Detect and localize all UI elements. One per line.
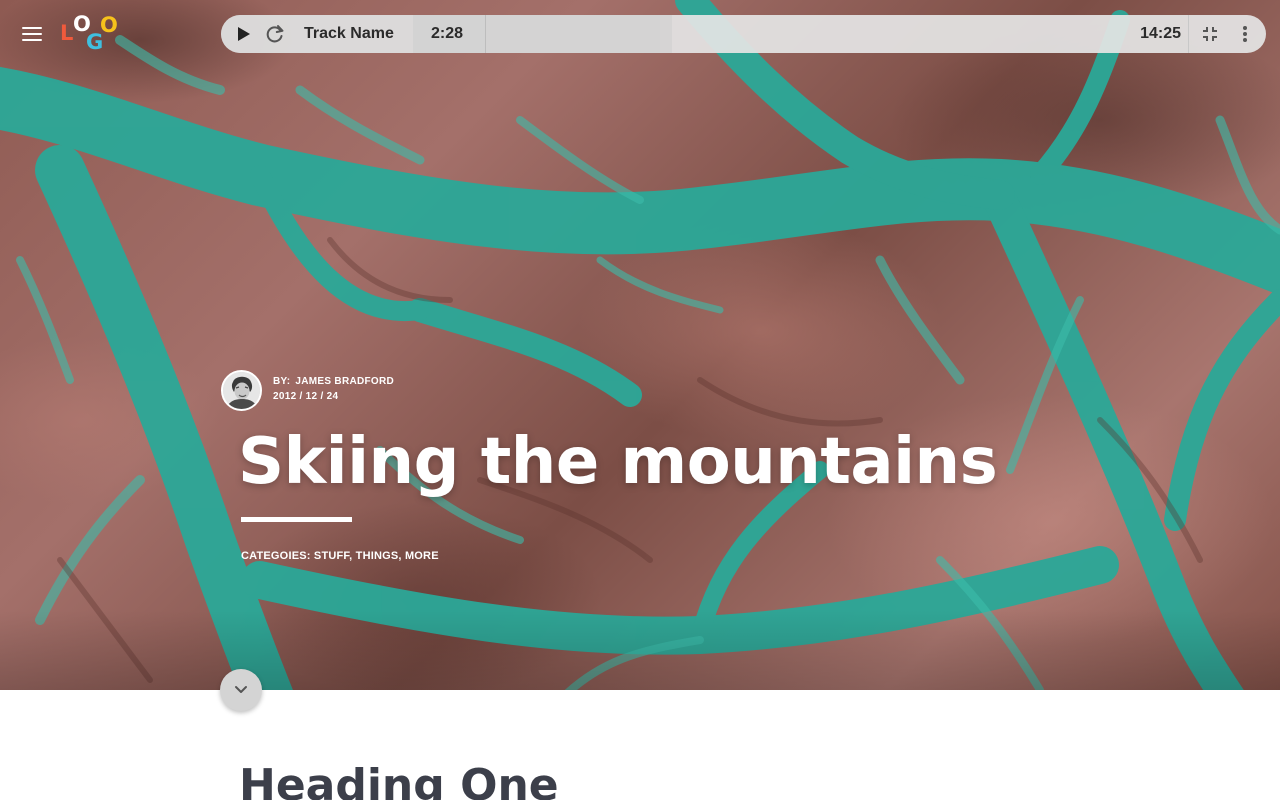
- logo[interactable]: L O G O: [60, 14, 124, 56]
- author-line: BY: JAMES BRADFORD: [273, 376, 394, 387]
- more-vertical-icon[interactable]: [1238, 25, 1252, 43]
- logo-letter: O: [100, 13, 118, 37]
- menu-line: [22, 27, 42, 29]
- total-time: 14:25: [1140, 25, 1181, 42]
- player-divider: [1188, 15, 1189, 53]
- chevron-down-icon: [235, 686, 247, 693]
- seek-bar[interactable]: [486, 15, 672, 53]
- track-name: Track Name: [304, 25, 394, 42]
- menu-line: [22, 39, 42, 41]
- categories-label: CATEGOIES:: [241, 550, 311, 562]
- page: L O G O Track Name 2:28 14:25 BY: JAMES …: [0, 0, 1280, 800]
- content-heading: Heading One: [239, 760, 559, 800]
- category-link[interactable]: THINGS: [356, 550, 399, 562]
- hero-image: [0, 0, 1280, 690]
- repeat-icon[interactable]: [264, 24, 286, 44]
- by-label: BY:: [273, 376, 291, 387]
- aerial-river-image: [0, 0, 1280, 690]
- elapsed-time-box: 2:28: [413, 15, 486, 53]
- category-link[interactable]: MORE: [405, 550, 439, 562]
- more-dot: [1243, 32, 1247, 36]
- hero-bottom-shade: [0, 610, 1280, 690]
- logo-letter: L: [60, 21, 74, 45]
- audio-player: Track Name 2:28 14:25: [221, 15, 1266, 53]
- article-title: Skiing the mountains: [238, 425, 998, 499]
- category-link[interactable]: STUFF: [314, 550, 349, 562]
- categories: CATEGOIES: STUFF, THINGS, MORE: [241, 550, 439, 562]
- publish-date: 2012 / 12 / 24: [273, 391, 339, 402]
- hamburger-menu-icon[interactable]: [22, 26, 42, 42]
- author-name[interactable]: JAMES BRADFORD: [295, 376, 394, 387]
- play-icon[interactable]: [235, 26, 251, 42]
- more-dot: [1243, 26, 1247, 30]
- elapsed-time: 2:28: [430, 25, 464, 42]
- collapse-icon[interactable]: [1202, 26, 1218, 42]
- title-underline: [241, 517, 352, 522]
- more-dot: [1243, 38, 1247, 42]
- scroll-down-button[interactable]: [220, 669, 262, 711]
- menu-line: [22, 33, 42, 35]
- author-avatar[interactable]: [221, 370, 262, 411]
